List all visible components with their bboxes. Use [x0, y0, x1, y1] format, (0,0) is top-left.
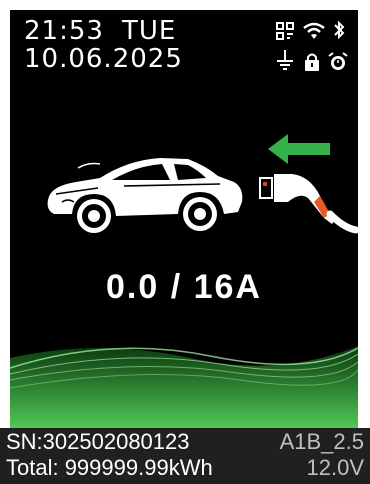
clock-time: 21:53 — [24, 16, 104, 46]
time-day-row: 21:53 TUE — [24, 18, 194, 44]
ground-icon — [277, 50, 293, 70]
weekday: TUE — [121, 16, 177, 46]
charging-direction-arrow-icon — [268, 134, 330, 164]
wifi-icon — [303, 22, 325, 39]
lock-icon — [305, 53, 319, 71]
serial-number: SN:302502080123 — [6, 429, 190, 454]
firmware-version: A1B_2.5 — [279, 429, 364, 454]
voltage: 12.0V — [306, 455, 365, 480]
date: 10.06.2025 — [24, 44, 183, 74]
device-info-footer: SN:302502080123 A1B_2.5 Total: 999999.99… — [0, 428, 370, 484]
bluetooth-icon — [334, 20, 345, 40]
footer-line-2: Total: 999999.99kWh 12.0V — [6, 456, 364, 480]
charging-plug-icon — [259, 174, 358, 234]
current-reading: 0.0 / 16A — [106, 268, 262, 306]
qr-icon — [276, 22, 294, 40]
wave-decoration — [10, 328, 358, 438]
alarm-icon — [328, 52, 348, 70]
total-energy: Total: 999999.99kWh — [6, 455, 213, 480]
status-icons — [246, 20, 348, 76]
footer-line-1: SN:302502080123 A1B_2.5 — [6, 430, 364, 454]
car-icon — [47, 158, 243, 233]
charger-display: 21:53 TUE 10.06.2025 0.0 / 16A — [10, 10, 358, 478]
